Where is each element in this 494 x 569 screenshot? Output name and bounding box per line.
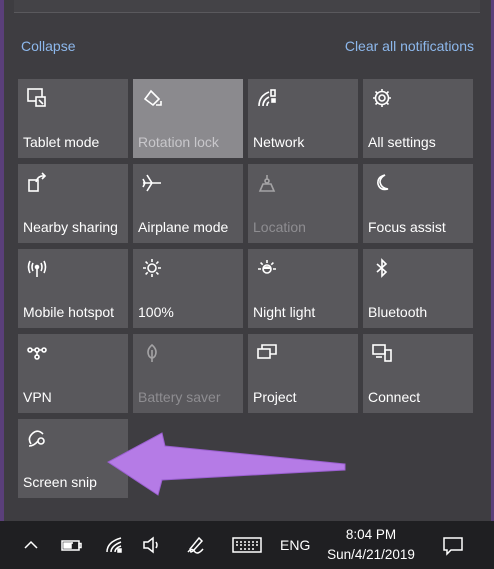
quick-action-label: Project [253,389,297,405]
clock-date: Sun/4/21/2019 [327,547,415,562]
quick-action-100[interactable]: 100% [133,249,243,328]
window-border-left [0,0,4,569]
clock-time: 8:04 PM [345,527,397,542]
quick-action-night-light[interactable]: Night light [248,249,358,328]
quick-action-label: Airplane mode [138,219,229,235]
quick-action-label: 100% [138,304,174,320]
taskbar: ENG 8:04 PM Sun/4/21/2019 [0,521,494,569]
rotation-lock-icon [141,87,163,109]
hotspot-icon [26,257,48,279]
nearby-sharing-icon [26,172,48,194]
quick-action-project[interactable]: Project [248,334,358,413]
quick-action-focus-assist[interactable]: Focus assist [363,164,473,243]
quick-action-mobile-hotspot[interactable]: Mobile hotspot [18,249,128,328]
connect-icon [371,342,393,364]
project-icon [256,342,278,364]
quick-action-screen-snip[interactable]: Screen snip [18,419,128,498]
quick-action-label: Location [253,219,306,235]
gear-icon [371,87,393,109]
quick-action-airplane-mode[interactable]: Airplane mode [133,164,243,243]
quick-action-battery-saver[interactable]: Battery saver [133,334,243,413]
notification-area-bottom [14,0,480,13]
network-icon [256,87,278,109]
quick-action-label: All settings [368,134,436,150]
taskbar-edge [0,521,10,569]
quick-action-location[interactable]: Location [248,164,358,243]
pen-workspace-icon[interactable] [184,521,208,569]
quick-action-label: Night light [253,304,316,320]
collapse-link[interactable]: Collapse [21,38,75,54]
location-icon [256,172,278,194]
language-indicator[interactable]: ENG [280,537,310,553]
quick-action-label: Bluetooth [368,304,428,320]
quick-action-label: Network [253,134,305,150]
quick-action-tablet-mode[interactable]: Tablet mode [18,79,128,158]
action-center-button[interactable] [436,529,470,563]
volume-icon[interactable] [140,521,164,569]
quick-action-label: Screen snip [23,474,97,490]
quick-action-label: Focus assist [368,219,446,235]
quick-action-label: VPN [23,389,52,405]
moon-icon [371,172,393,194]
quick-action-label: Rotation lock [138,134,219,150]
vpn-icon [26,342,48,364]
quick-action-bluetooth[interactable]: Bluetooth [363,249,473,328]
clear-all-notifications-link[interactable]: Clear all notifications [345,38,474,54]
show-hidden-icons-icon[interactable] [20,521,42,569]
wifi-icon[interactable] [102,521,126,569]
screen-snip-icon [26,427,48,449]
brightness-icon [141,257,163,279]
quick-action-label: Battery saver [138,389,221,405]
quick-action-label: Nearby sharing [23,219,118,235]
quick-action-connect[interactable]: Connect [363,334,473,413]
quick-action-label: Connect [368,389,421,405]
quick-action-all-settings[interactable]: All settings [363,79,473,158]
bluetooth-icon [371,257,393,279]
quick-action-label: Tablet mode [23,134,100,150]
battery-icon[interactable] [58,521,86,569]
quick-action-nearby-sharing[interactable]: Nearby sharing [18,164,128,243]
airplane-icon [141,172,163,194]
tablet-mode-icon [26,87,48,109]
quick-action-label: Mobile hotspot [23,304,115,320]
night-light-icon [256,257,278,279]
clock[interactable]: 8:04 PM Sun/4/21/2019 [322,525,420,565]
quick-action-network[interactable]: Network [248,79,358,158]
battery-saver-icon [141,342,163,364]
quick-action-rotation-lock[interactable]: Rotation lock [133,79,243,158]
quick-action-vpn[interactable]: VPN [18,334,128,413]
touch-keyboard-icon[interactable] [230,521,264,569]
